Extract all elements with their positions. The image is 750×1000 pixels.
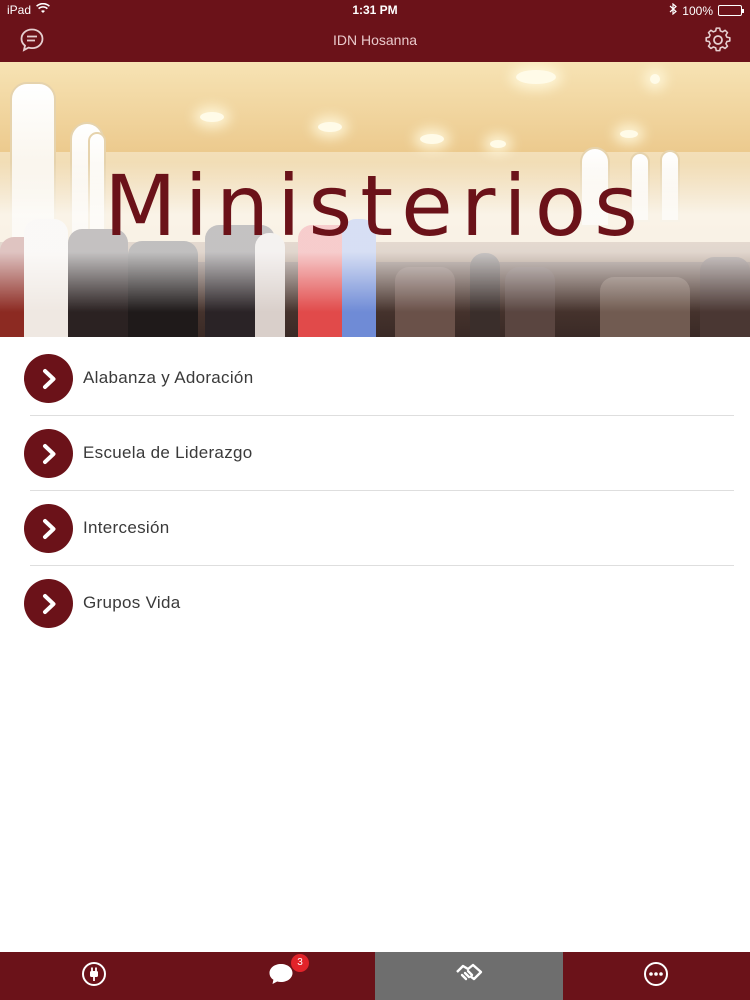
status-time: 1:31 PM: [352, 3, 398, 17]
hero-title: Ministerios: [104, 157, 646, 255]
list-item[interactable]: Intercesión: [0, 491, 750, 566]
plug-icon: [81, 961, 107, 992]
tab-ministries[interactable]: [375, 952, 563, 1000]
ceiling-light: [620, 130, 638, 138]
more-icon: [643, 961, 669, 992]
bluetooth-icon: [669, 2, 678, 18]
ceiling-light: [420, 134, 444, 144]
chevron-right-icon: [24, 429, 73, 478]
list-item[interactable]: Escuela de Liderazgo: [0, 416, 750, 491]
list-item-label: Escuela de Liderazgo: [83, 443, 253, 462]
top-bar: iPad 1:31 PM 100% IDN Hosanna: [0, 0, 750, 62]
chandelier: [516, 70, 556, 84]
ceiling-light: [650, 74, 660, 84]
ceiling-light: [490, 140, 506, 148]
status-bar: iPad 1:31 PM 100%: [0, 0, 750, 22]
battery-percent: 100%: [682, 3, 713, 18]
hero-ceiling: [0, 62, 750, 152]
list-item-label: Alabanza y Adoración: [83, 368, 254, 387]
tab-bar: 3: [0, 952, 750, 1000]
hero-banner: Ministerios: [0, 62, 750, 337]
notification-badge: 3: [291, 954, 309, 972]
tab-more[interactable]: [563, 952, 750, 1000]
app-title: IDN Hosanna: [332, 32, 418, 48]
gear-icon: [705, 26, 731, 58]
list-item-label: Intercesión: [83, 518, 170, 537]
tab-connect[interactable]: [0, 952, 188, 1000]
handshake-icon: [454, 962, 484, 991]
ministries-list: Alabanza y Adoración Escuela de Liderazg…: [0, 341, 750, 641]
settings-button[interactable]: [702, 26, 734, 58]
list-item[interactable]: Grupos Vida: [0, 566, 750, 641]
chevron-right-icon: [24, 504, 73, 553]
battery-icon: [718, 5, 744, 16]
chevron-right-icon: [24, 354, 73, 403]
list-item[interactable]: Alabanza y Adoración: [0, 341, 750, 416]
list-item-label: Grupos Vida: [83, 593, 181, 612]
status-right: 100%: [669, 2, 744, 18]
chevron-right-icon: [24, 579, 73, 628]
nav-bar: IDN Hosanna: [0, 22, 750, 62]
tab-messages[interactable]: [188, 952, 376, 1000]
ceiling-light: [318, 122, 342, 132]
ceiling-light: [200, 112, 224, 122]
